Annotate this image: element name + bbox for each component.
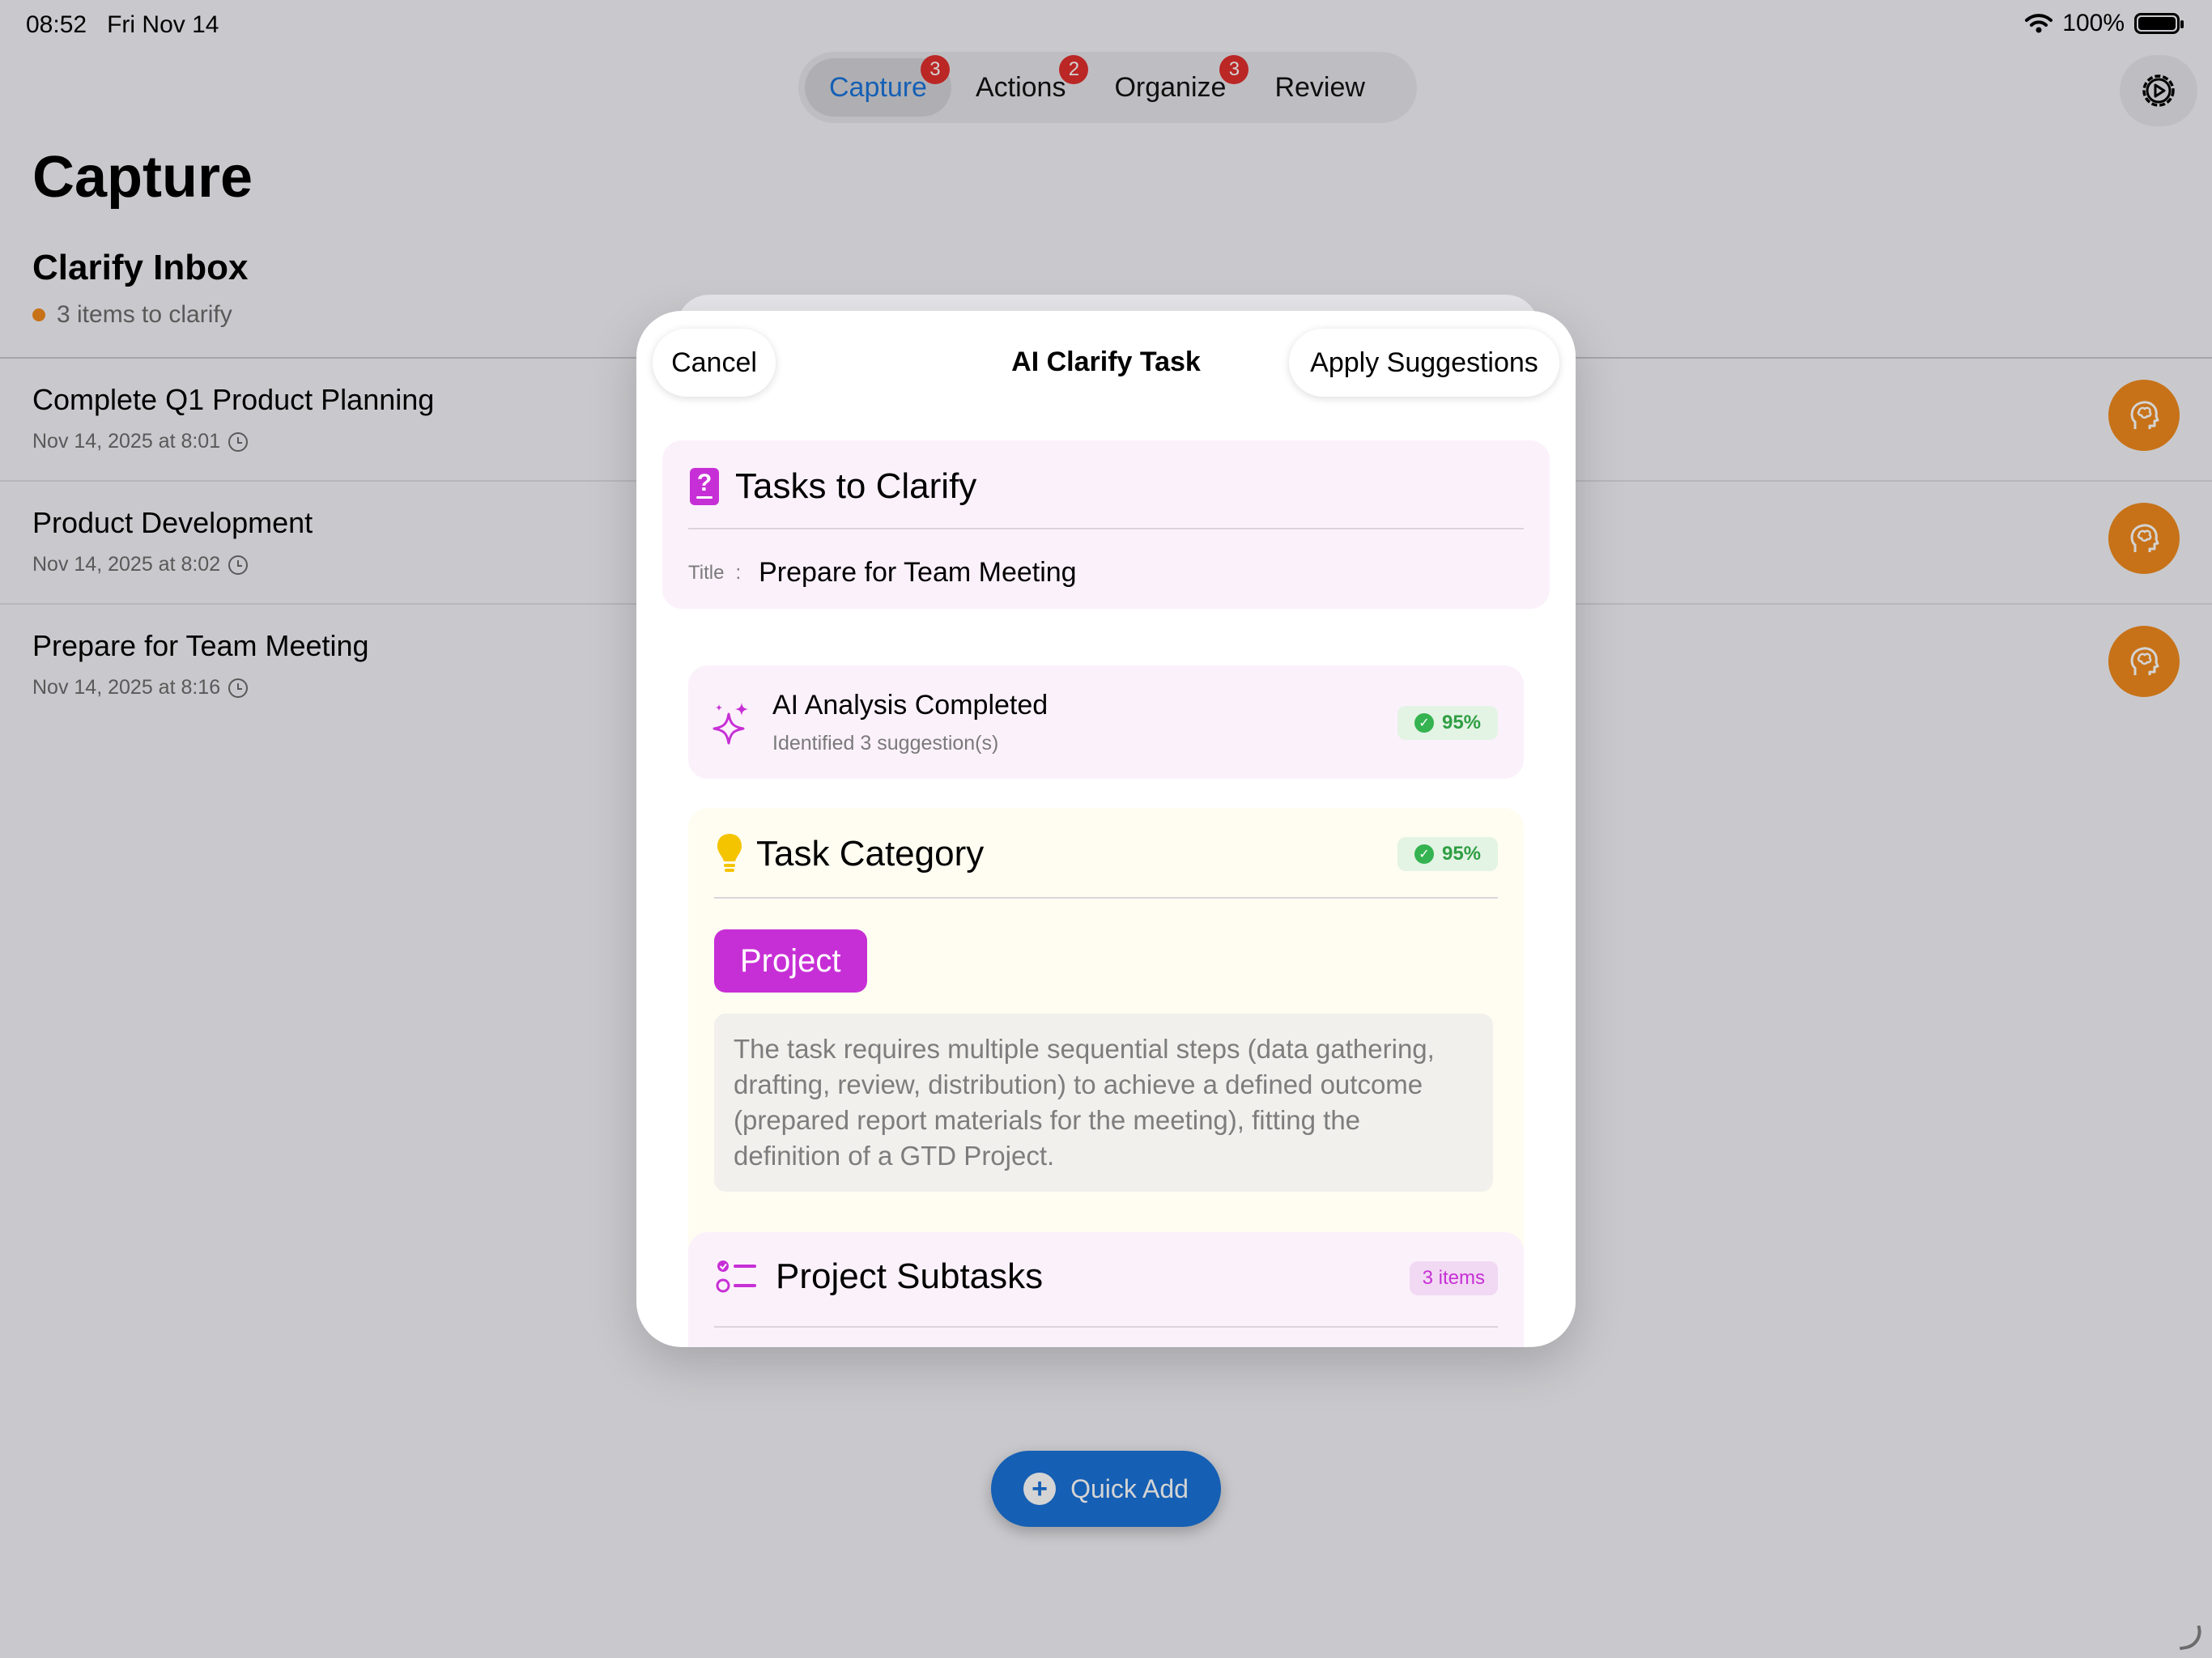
title-separator: : — [735, 561, 742, 584]
card-header: ? Tasks to Clarify — [690, 466, 976, 507]
divider — [688, 528, 1524, 529]
count-badge: 3 items — [1409, 1261, 1498, 1295]
category-reasoning: The task requires multiple sequential st… — [714, 1014, 1493, 1192]
card-header: Task Category — [716, 832, 984, 876]
lightbulb-icon — [717, 834, 742, 872]
analysis-subtitle: Identified 3 suggestion(s) — [772, 732, 999, 755]
checklist-icon — [716, 1261, 756, 1293]
checkmark-icon: ✓ — [1414, 713, 1434, 733]
tasks-to-clarify-card: ? Tasks to Clarify Title : Prepare for T… — [662, 440, 1550, 609]
title-value: Prepare for Team Meeting — [759, 557, 1077, 588]
confidence-value: 95% — [1441, 843, 1482, 865]
question-doc-icon: ? — [690, 468, 719, 505]
confidence-badge: ✓ 95% — [1397, 837, 1498, 871]
sparkles-icon — [713, 703, 748, 745]
divider — [714, 897, 1498, 899]
apply-suggestions-button[interactable]: Apply Suggestions — [1289, 329, 1559, 397]
card-heading: Project Subtasks — [776, 1256, 1044, 1296]
checkmark-icon: ✓ — [1414, 844, 1434, 864]
project-subtasks-card: Project Subtasks 3 items — [688, 1232, 1524, 1347]
card-header: Project Subtasks — [716, 1256, 1043, 1297]
sheet-header: Cancel AI Clarify Task Apply Suggestions — [636, 311, 1576, 416]
ai-analysis-card: AI Analysis Completed Identified 3 sugge… — [688, 665, 1524, 779]
divider — [714, 1326, 1498, 1328]
category-tag[interactable]: Project — [714, 929, 867, 993]
card-heading: Tasks to Clarify — [735, 466, 977, 506]
title-row: Title : Prepare for Team Meeting — [688, 557, 1077, 589]
confidence-value: 95% — [1441, 712, 1482, 733]
confidence-badge: ✓ 95% — [1397, 706, 1498, 740]
title-label: Title — [688, 561, 725, 584]
ai-clarify-sheet: Cancel AI Clarify Task Apply Suggestions… — [636, 311, 1576, 1347]
analysis-title: AI Analysis Completed — [772, 690, 1049, 721]
card-heading: Task Category — [756, 834, 985, 874]
